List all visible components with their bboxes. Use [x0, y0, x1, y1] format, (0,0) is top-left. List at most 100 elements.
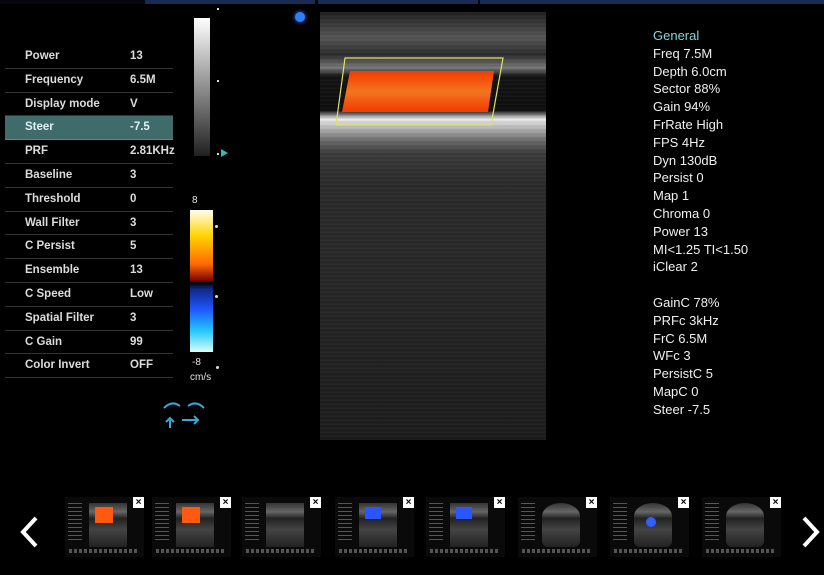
gray-bar-tick	[217, 80, 219, 82]
thumbnail-image	[266, 503, 304, 547]
close-icon[interactable]: ×	[310, 497, 321, 508]
chevron-right-icon[interactable]	[798, 515, 822, 549]
info-line: FrC 6.5M	[653, 330, 708, 346]
colorbar-tick	[215, 225, 218, 228]
param-value: 6.5M	[130, 73, 156, 86]
thumbnail-flow	[456, 507, 472, 519]
thumbnail-caption	[522, 549, 592, 553]
thumbnail-flow	[646, 517, 656, 527]
close-icon[interactable]: ×	[494, 497, 505, 508]
param-value: 13	[130, 50, 143, 62]
chevron-left-icon[interactable]	[18, 515, 42, 549]
thumbnail-caption	[339, 549, 409, 553]
info-line: PersistC 5	[653, 366, 713, 382]
colorbar-tick	[215, 295, 218, 298]
param-row-power[interactable]: Power 13	[5, 45, 173, 69]
gray-bar-tick	[217, 8, 219, 10]
thumbnail-flow	[95, 507, 113, 523]
param-row-display-mode[interactable]: Display mode V	[5, 93, 173, 117]
thumbnail-flow	[365, 507, 381, 519]
gray-map-bar	[194, 18, 210, 156]
param-row-threshold[interactable]: Threshold 0	[5, 188, 173, 212]
param-label: Spatial Filter	[25, 311, 95, 324]
param-row-c-persist[interactable]: C Persist 5	[5, 235, 173, 260]
param-row-wall-filter[interactable]: Wall Filter 3	[5, 212, 173, 236]
thumbnail-caption	[156, 549, 226, 553]
param-row-steer[interactable]: Steer -7.5	[5, 116, 173, 141]
gray-bar-tick	[217, 153, 219, 155]
top-status-bar	[0, 0, 824, 4]
thumbnail-caption	[614, 549, 684, 553]
param-label: C Persist	[25, 240, 75, 253]
param-row-frequency[interactable]: Frequency 6.5M	[5, 69, 173, 93]
thumbnail-caption	[246, 549, 316, 553]
info-line: WFc 3	[653, 348, 691, 364]
thumbnail-params	[521, 503, 535, 543]
thumbnail-params	[155, 503, 169, 543]
info-line: iClear 2	[653, 259, 698, 275]
thumbnail-caption	[69, 549, 139, 553]
param-value: 0	[130, 192, 137, 205]
param-row-prf[interactable]: PRF 2.81KHz	[5, 140, 175, 164]
thumbnail-flow	[182, 507, 200, 523]
info-line: Power 13	[653, 223, 708, 239]
info-header: General	[653, 28, 700, 43]
colorbar-max-label: 8	[192, 195, 198, 206]
info-line: Map 1	[653, 188, 690, 204]
param-label: Wall Filter	[25, 216, 80, 229]
close-icon[interactable]: ×	[403, 497, 414, 508]
focus-marker-icon[interactable]	[221, 149, 228, 157]
thumbnail[interactable]: ×	[152, 497, 231, 557]
imaging-info-panel: General Freq 7.5M Depth 6.0cm Sector 88% Ga…	[653, 27, 748, 419]
param-value: -7.5	[130, 121, 150, 134]
thumbnail[interactable]: ×	[242, 497, 321, 557]
info-line: MapC 0	[653, 383, 699, 399]
param-value: 3	[130, 311, 137, 324]
close-icon[interactable]: ×	[678, 497, 689, 508]
param-label: C Speed	[25, 287, 72, 300]
colorbar-tick	[216, 366, 219, 369]
thumbnail[interactable]: ×	[518, 497, 597, 557]
thumbnail-params	[705, 503, 719, 543]
thumbnail[interactable]: ×	[702, 497, 781, 557]
color-roi-box[interactable]	[330, 49, 510, 131]
param-label: C Gain	[25, 335, 63, 348]
info-line: Persist 0	[653, 170, 704, 186]
param-row-ensemble[interactable]: Ensemble 13	[5, 259, 173, 283]
info-line: FPS 4Hz	[653, 134, 706, 150]
close-icon[interactable]: ×	[220, 497, 231, 508]
param-label: Threshold	[25, 192, 81, 205]
param-row-c-gain[interactable]: C Gain 99	[5, 331, 173, 355]
thumbnail[interactable]: ×	[65, 497, 144, 557]
param-label: Color Invert	[25, 359, 90, 372]
param-row-c-speed[interactable]: C Speed Low	[5, 283, 173, 307]
info-line: Chroma 0	[653, 205, 711, 221]
param-row-spatial-filter[interactable]: Spatial Filter 3	[5, 307, 173, 331]
param-row-baseline[interactable]: Baseline 3	[5, 164, 173, 188]
param-value: 99	[130, 335, 143, 348]
info-line: Sector 88%	[653, 81, 721, 97]
close-icon[interactable]: ×	[133, 497, 144, 508]
info-line: MI<1.25 TI<1.50	[653, 241, 749, 257]
param-label: Ensemble	[25, 264, 80, 277]
colorbar-min-label: -8	[192, 357, 201, 368]
param-label: Power	[25, 50, 60, 62]
close-icon[interactable]: ×	[770, 497, 781, 508]
thumbnail-image	[726, 503, 764, 547]
param-value: 5	[130, 240, 137, 253]
thumbnail-caption	[706, 549, 776, 553]
param-row-color-invert[interactable]: Color Invert OFF	[5, 354, 173, 379]
param-label: Baseline	[25, 168, 73, 181]
probe-steer-icon[interactable]	[158, 398, 210, 432]
param-value: OFF	[130, 359, 153, 372]
thumbnail[interactable]: ×	[610, 497, 689, 557]
info-line: Depth 6.0cm	[653, 63, 727, 79]
param-value: V	[130, 97, 138, 110]
info-line: GainC 78%	[653, 294, 720, 310]
thumbnail[interactable]: ×	[335, 497, 414, 557]
thumbnail[interactable]: ×	[426, 497, 505, 557]
thumbnail-params	[429, 503, 443, 543]
thumbnail-params	[245, 503, 259, 543]
parameter-panel: Power 13 Frequency 6.5M Display mode V Steer -7…	[5, 45, 175, 379]
close-icon[interactable]: ×	[586, 497, 597, 508]
